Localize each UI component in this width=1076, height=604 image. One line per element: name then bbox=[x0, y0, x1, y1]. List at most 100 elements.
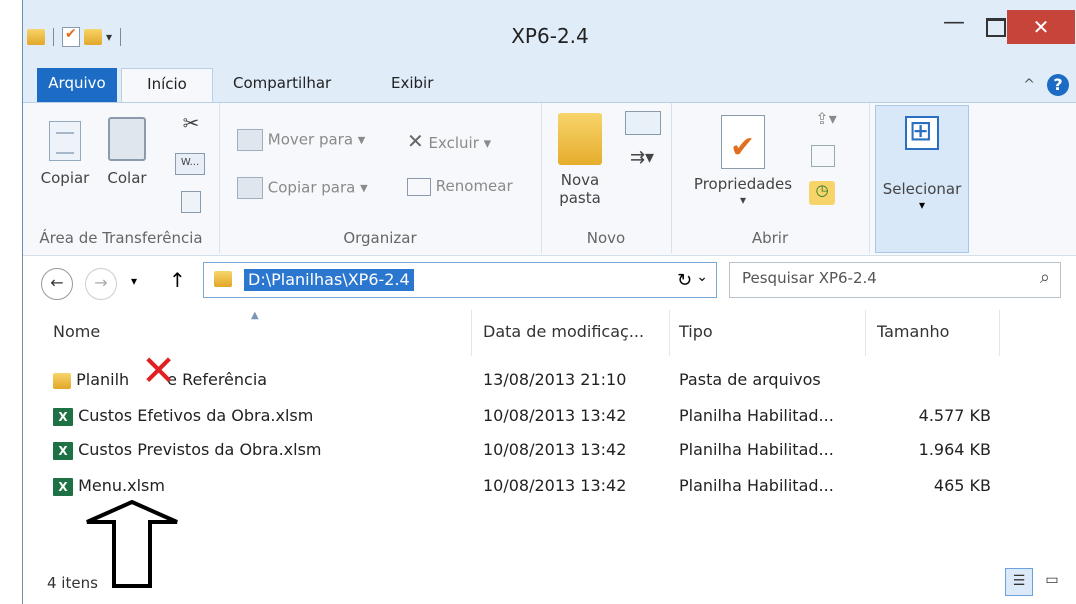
chevron-up-icon[interactable]: ^ bbox=[1023, 77, 1035, 93]
file-size: 1.964 KB bbox=[918, 440, 991, 459]
file-type: Planilha Habilitad... bbox=[679, 476, 834, 495]
properties-label: Propriedades bbox=[693, 175, 793, 193]
organize-group-label: Organizar bbox=[343, 229, 417, 247]
open-group-label: Abrir bbox=[751, 229, 789, 247]
column-type[interactable]: Tipo bbox=[679, 322, 713, 341]
red-x-mark: ✕ bbox=[141, 346, 177, 395]
sort-ascending-icon: ▲ bbox=[251, 310, 259, 321]
large-icons-view-button[interactable]: ▭ bbox=[1039, 568, 1065, 594]
rename-icon bbox=[407, 177, 431, 196]
copy-path-button[interactable]: W... bbox=[175, 153, 205, 175]
open-group: Propriedades ▾ ⇪▾ ◷ Abrir bbox=[671, 103, 870, 253]
rename-button[interactable]: Renomear bbox=[407, 177, 513, 196]
tab-file[interactable]: Arquivo bbox=[37, 68, 117, 102]
column-separator[interactable] bbox=[999, 310, 1000, 356]
details-view-button[interactable]: ☰ bbox=[1005, 568, 1033, 596]
recent-locations-button[interactable]: ▾ bbox=[131, 274, 137, 288]
chevron-down-icon[interactable]: ⌄ bbox=[696, 269, 708, 285]
close-button[interactable]: ✕ bbox=[1007, 10, 1075, 44]
column-size[interactable]: Tamanho bbox=[877, 322, 949, 341]
organize-group: Mover para ▾ Copiar para ▾ ✕ Excluir ▾ R… bbox=[219, 103, 542, 253]
new-folder-label-1: Nova bbox=[560, 171, 600, 189]
file-row[interactable]: X Custos Efetivos da Obra.xlsm 10/08/201… bbox=[23, 400, 1076, 434]
new-group-label: Novo bbox=[586, 229, 626, 247]
delete-icon: ✕ bbox=[407, 129, 424, 153]
search-placeholder: Pesquisar XP6-2.4 bbox=[742, 269, 877, 287]
select-label: Selecionar bbox=[882, 180, 962, 198]
folder-icon bbox=[214, 271, 232, 287]
excel-icon: X bbox=[53, 441, 73, 460]
column-separator[interactable] bbox=[669, 310, 670, 356]
ribbon-tabs: Arquivo Início Compartilhar Exibir ^ ? bbox=[23, 68, 1076, 104]
properties-button[interactable]: Propriedades ▾ bbox=[687, 115, 799, 207]
file-type: Pasta de arquivos bbox=[679, 370, 821, 389]
help-area: ^ ? bbox=[1023, 74, 1069, 96]
delete-label: Excluir bbox=[428, 134, 479, 152]
column-name[interactable]: Nome bbox=[53, 322, 100, 341]
file-row[interactable]: X Custos Previstos da Obra.xlsm 10/08/20… bbox=[23, 434, 1076, 468]
history-button[interactable]: ◷ bbox=[809, 181, 835, 205]
file-date: 13/08/2013 21:10 bbox=[483, 370, 627, 389]
copy-button[interactable]: Copiar bbox=[37, 121, 93, 187]
column-headers: ▲ Nome Data de modificaç... Tipo Tamanho bbox=[23, 310, 1076, 356]
file-name: X Custos Previstos da Obra.xlsm bbox=[53, 440, 322, 460]
select-icon bbox=[905, 114, 939, 150]
file-date: 10/08/2013 13:42 bbox=[483, 440, 627, 459]
status-bar: 4 itens ☰ ▭ bbox=[23, 568, 1076, 604]
file-name-text: Menu.xlsm bbox=[78, 476, 165, 495]
paste-label: Colar bbox=[107, 169, 147, 187]
open-button[interactable]: ⇪▾ bbox=[811, 109, 841, 128]
delete-button[interactable]: ✕ Excluir ▾ bbox=[407, 129, 491, 153]
new-group: Nova pasta ⇉▾ Novo bbox=[541, 103, 672, 253]
cut-button[interactable]: ✂ bbox=[179, 111, 203, 135]
maximize-icon bbox=[986, 18, 1006, 37]
copy-label: Copiar bbox=[40, 169, 90, 187]
address-path[interactable]: D:\Planilhas\XP6-2.4 bbox=[244, 269, 414, 291]
edit-button[interactable] bbox=[811, 145, 835, 167]
file-name-tail: e Referência bbox=[167, 370, 268, 389]
file-name-text: Planilh bbox=[76, 370, 130, 389]
excel-icon: X bbox=[53, 407, 73, 426]
clipboard-icon bbox=[108, 117, 146, 161]
up-button[interactable]: ↑ bbox=[169, 268, 186, 292]
window-title: XP6-2.4 bbox=[511, 24, 589, 48]
address-field[interactable]: D:\Planilhas\XP6-2.4 ⌄ bbox=[203, 262, 717, 298]
column-separator[interactable] bbox=[471, 310, 472, 356]
new-folder-label-2: pasta bbox=[559, 189, 601, 207]
item-count: 4 itens bbox=[47, 574, 98, 592]
file-date: 10/08/2013 13:42 bbox=[483, 406, 627, 425]
move-to-button[interactable]: Mover para ▾ bbox=[237, 129, 365, 151]
tab-share[interactable]: Compartilhar bbox=[233, 68, 331, 102]
tab-home[interactable]: Início bbox=[121, 68, 213, 104]
file-row[interactable]: Planilh e Referência 13/08/2013 21:10 Pas… bbox=[23, 364, 1076, 398]
file-name: X Menu.xlsm bbox=[53, 476, 165, 496]
copy-to-button[interactable]: Copiar para ▾ bbox=[237, 177, 368, 199]
chevron-down-icon: ▾ bbox=[918, 198, 926, 212]
search-icon[interactable]: ⌕ bbox=[1040, 267, 1050, 288]
new-folder-button[interactable]: Nova pasta bbox=[555, 113, 605, 207]
copy-to-icon bbox=[237, 177, 263, 199]
paste-button[interactable]: Colar bbox=[101, 117, 153, 187]
column-date[interactable]: Data de modificaç... bbox=[483, 322, 644, 341]
copy-icon bbox=[49, 121, 81, 161]
properties-icon bbox=[721, 115, 765, 169]
file-name-text: Custos Efetivos da Obra.xlsm bbox=[78, 406, 314, 425]
help-icon[interactable]: ? bbox=[1047, 74, 1069, 96]
search-input[interactable]: Pesquisar XP6-2.4 ⌕ bbox=[729, 262, 1061, 298]
clipboard-group-label: Área de Transferência bbox=[39, 229, 203, 247]
paste-shortcut-button[interactable] bbox=[181, 191, 201, 213]
back-button[interactable]: ← bbox=[41, 268, 73, 300]
excel-icon: X bbox=[53, 477, 73, 496]
refresh-button[interactable]: ↻ bbox=[677, 270, 692, 291]
easy-access-button[interactable]: ⇉▾ bbox=[625, 147, 659, 168]
move-to-label: Mover para bbox=[267, 130, 354, 149]
column-separator[interactable] bbox=[865, 310, 866, 356]
minimize-button[interactable]: — bbox=[933, 10, 975, 44]
file-row[interactable]: X Menu.xlsm 10/08/2013 13:42 Planilha Ha… bbox=[23, 470, 1076, 504]
address-bar-row: ← → ▾ ↑ D:\Planilhas\XP6-2.4 ⌄ ↻ Pesquis… bbox=[23, 260, 1076, 306]
forward-button[interactable]: → bbox=[85, 268, 117, 300]
select-button[interactable]: Selecionar ▾ bbox=[875, 105, 969, 253]
new-item-button[interactable] bbox=[625, 111, 661, 135]
file-name-text: Custos Previstos da Obra.xlsm bbox=[78, 440, 322, 459]
tab-view[interactable]: Exibir bbox=[391, 68, 433, 102]
